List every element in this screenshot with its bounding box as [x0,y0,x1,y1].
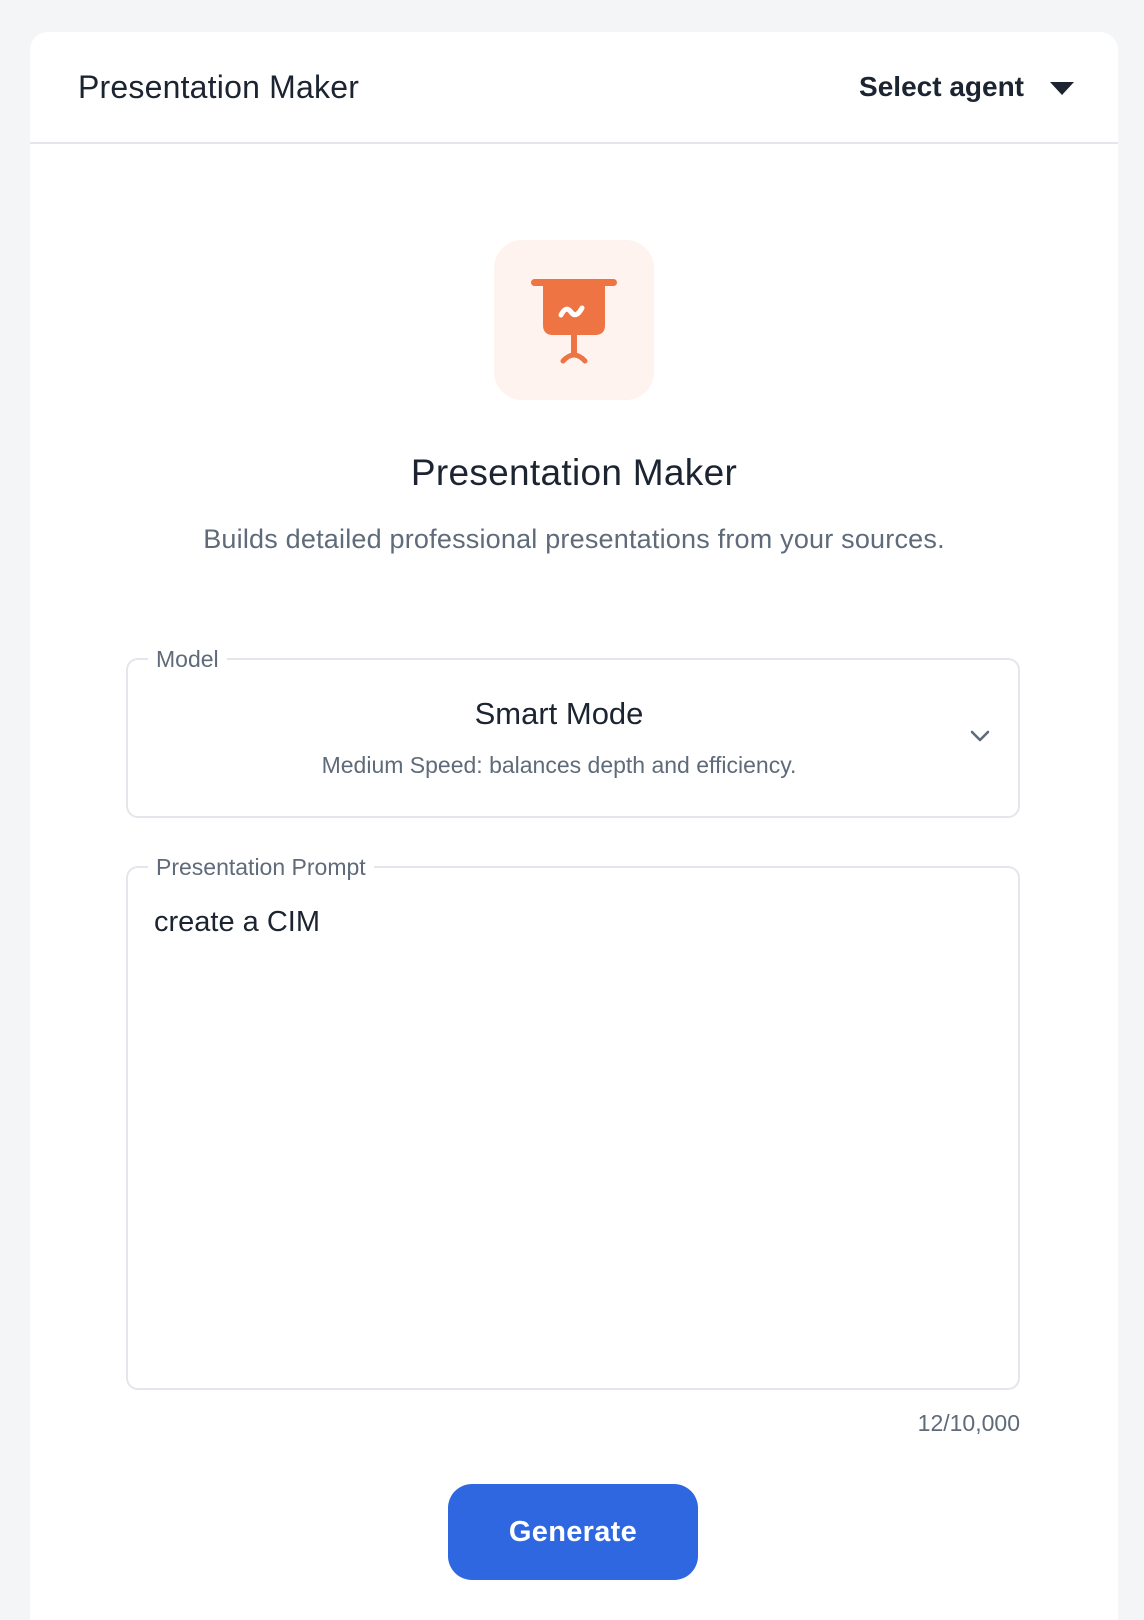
model-select[interactable]: Model Smart Mode Medium Speed: balances … [126,643,1020,818]
model-selected-name: Smart Mode [474,696,644,731]
presentation-board-icon [531,279,617,364]
agent-card: Presentation Maker Select agent Presenta… [30,32,1118,1620]
generate-button[interactable]: Generate [448,1484,698,1580]
model-selected-description: Medium Speed: balances depth and efficie… [321,752,797,778]
presentation-prompt-field: Presentation Prompt create a CIM [126,851,1020,1390]
chevron-down-icon [970,730,990,742]
agent-icon-tile [494,240,654,400]
select-agent-dropdown[interactable]: Select agent [859,71,1074,103]
header: Presentation Maker Select agent [30,32,1118,144]
select-agent-label: Select agent [859,71,1024,102]
page-title: Presentation Maker [78,68,360,105]
caret-down-icon [1050,81,1074,95]
agent-name: Presentation Maker [410,452,738,493]
agent-description: Builds detailed professional presentatio… [203,524,945,554]
presentation-prompt-input[interactable]: create a CIM [154,898,994,1368]
character-count: 12/10,000 [917,1410,1020,1436]
model-field-label: Model [148,643,227,675]
prompt-field-label: Presentation Prompt [148,851,374,883]
